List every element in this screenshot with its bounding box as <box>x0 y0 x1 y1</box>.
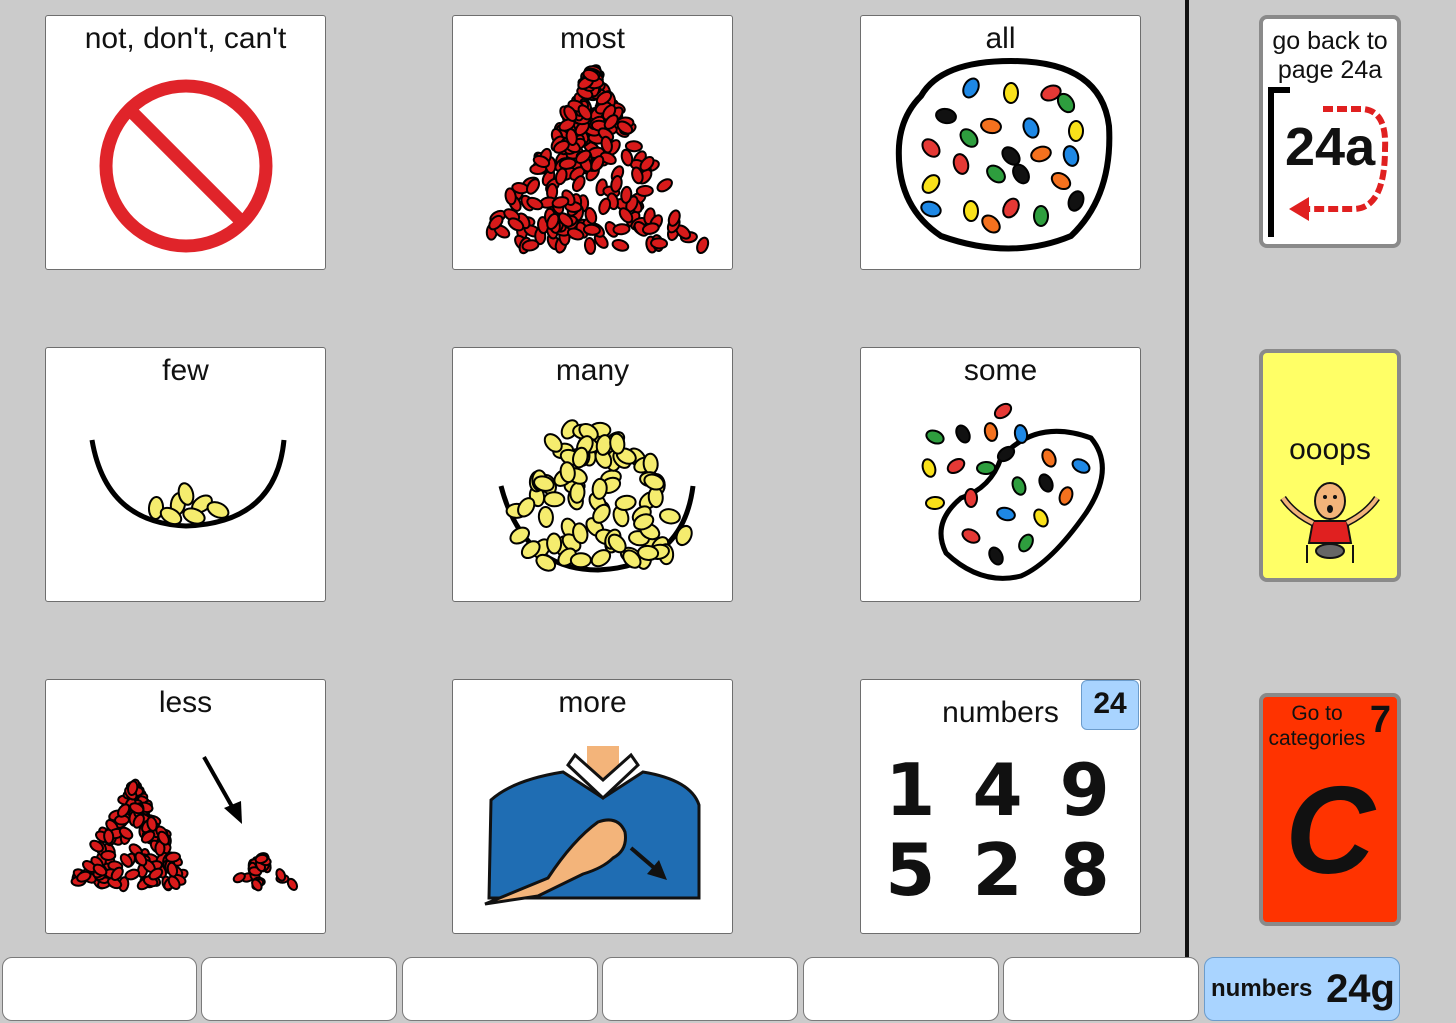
cell-all[interactable]: all <box>860 15 1141 270</box>
piles-less-icon <box>70 756 299 893</box>
bean <box>946 457 966 475</box>
bean <box>569 481 586 504</box>
more-sign-icon <box>484 746 701 906</box>
bean <box>983 422 999 442</box>
bean <box>925 429 945 445</box>
bean <box>569 552 592 569</box>
numbers-icon: 1 4 9 5 2 8 <box>861 750 1140 910</box>
categories-letter: C <box>1285 762 1375 900</box>
bean <box>100 849 117 861</box>
bean <box>963 488 979 508</box>
bowl-many-icon <box>498 419 696 573</box>
bean <box>611 239 630 252</box>
bean <box>1067 120 1085 142</box>
current-page-tab[interactable]: numbers 24g <box>1204 957 1400 1021</box>
bean <box>103 828 115 845</box>
go-to-categories-button[interactable]: Go to categories 7 C <box>1259 693 1401 926</box>
cell-some[interactable]: some <box>860 347 1141 602</box>
bean <box>921 458 937 478</box>
bean <box>925 495 945 511</box>
bowl-few-icon <box>89 439 287 529</box>
bean <box>1002 82 1020 104</box>
go-back-button[interactable]: go back to page 24a 24a <box>1259 15 1401 248</box>
message-slot-6[interactable] <box>1003 957 1199 1021</box>
bean <box>635 184 654 197</box>
cell-less[interactable]: less <box>45 679 326 934</box>
bean <box>537 506 554 528</box>
bean <box>582 223 601 236</box>
digits-row-2: 5 2 8 <box>885 828 1116 912</box>
surprised-person-icon <box>1280 482 1380 563</box>
bean <box>675 524 693 547</box>
bean <box>955 424 971 444</box>
message-slot-1[interactable] <box>2 957 197 1021</box>
categories-label: Go to categories <box>1267 701 1367 751</box>
categories-line-1: Go to <box>1291 702 1343 725</box>
bean <box>124 868 141 881</box>
bean <box>598 197 612 216</box>
prohibited-icon <box>99 79 273 253</box>
vertical-divider <box>1185 0 1189 960</box>
bean <box>543 491 566 508</box>
bean <box>620 185 633 204</box>
message-slot-2[interactable] <box>201 957 397 1021</box>
cell-most[interactable]: most <box>452 15 733 270</box>
bean <box>993 402 1013 420</box>
bean <box>614 494 637 511</box>
bean <box>1033 205 1049 227</box>
bean <box>637 544 660 561</box>
bean <box>659 508 681 525</box>
bean <box>642 452 659 475</box>
bean <box>976 460 996 476</box>
full-bowl-of-beans-icon <box>895 57 1113 252</box>
cell-many[interactable]: many <box>452 347 733 602</box>
ooops-button[interactable]: ooops <box>1259 349 1401 582</box>
page-number-badge: 24 <box>1081 680 1139 730</box>
page-tab-code: 24g <box>1326 967 1395 1011</box>
message-slot-3[interactable] <box>402 957 598 1021</box>
page-tab-label: numbers <box>1211 975 1313 1002</box>
bean <box>1013 424 1029 444</box>
bean <box>612 223 631 236</box>
big-pile-icon <box>485 64 710 255</box>
categories-number: 7 <box>1369 699 1391 741</box>
bean <box>650 237 669 250</box>
message-slot-4[interactable] <box>602 957 798 1021</box>
bean <box>656 178 673 193</box>
bean <box>591 477 608 500</box>
bean <box>962 200 980 222</box>
bean <box>546 532 563 555</box>
cell-not-dont-cant[interactable]: not, don't, can't <box>45 15 326 270</box>
categories-line-2: categories <box>1268 727 1366 750</box>
cell-few[interactable]: few <box>45 347 326 602</box>
digits-row-1: 1 4 9 <box>885 748 1116 832</box>
return-arrow-icon <box>1289 106 1389 221</box>
bean <box>286 877 299 891</box>
message-slot-5[interactable] <box>803 957 999 1021</box>
some-beans-icon <box>921 402 1105 581</box>
cell-more[interactable]: more <box>452 679 733 934</box>
